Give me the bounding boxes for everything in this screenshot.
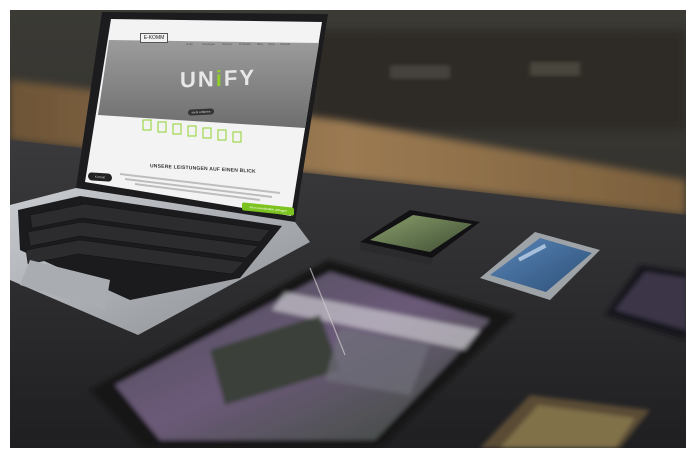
nav-item-service[interactable]: Service — [222, 42, 232, 46]
nav-item-loesungen[interactable]: Lösungen — [202, 42, 215, 46]
nav-item-blog[interactable]: Blog — [257, 42, 263, 46]
hero-brand-start: UN — [180, 66, 216, 93]
nav-item-produkte[interactable]: Produkte — [239, 42, 251, 46]
nav-item-kontakt[interactable]: Kontakt — [280, 42, 290, 46]
hero-brand-end: FY — [223, 64, 257, 91]
hero-brand: UNiFY — [180, 65, 256, 94]
nav-item-shop[interactable]: Shop — [268, 42, 275, 46]
hero-brand-accent: i — [215, 65, 224, 92]
scene-illustration — [10, 10, 686, 448]
site-logo: E-KOMM — [140, 33, 168, 43]
photo: E-KOMM Unify Lösungen Service Produkte B… — [10, 10, 686, 448]
contact-pill[interactable]: Kontakt — [88, 172, 112, 182]
background-object — [390, 65, 450, 79]
nav-item-unify[interactable]: Unify — [186, 42, 193, 46]
background-object — [530, 62, 580, 76]
background-shelf — [310, 30, 686, 130]
